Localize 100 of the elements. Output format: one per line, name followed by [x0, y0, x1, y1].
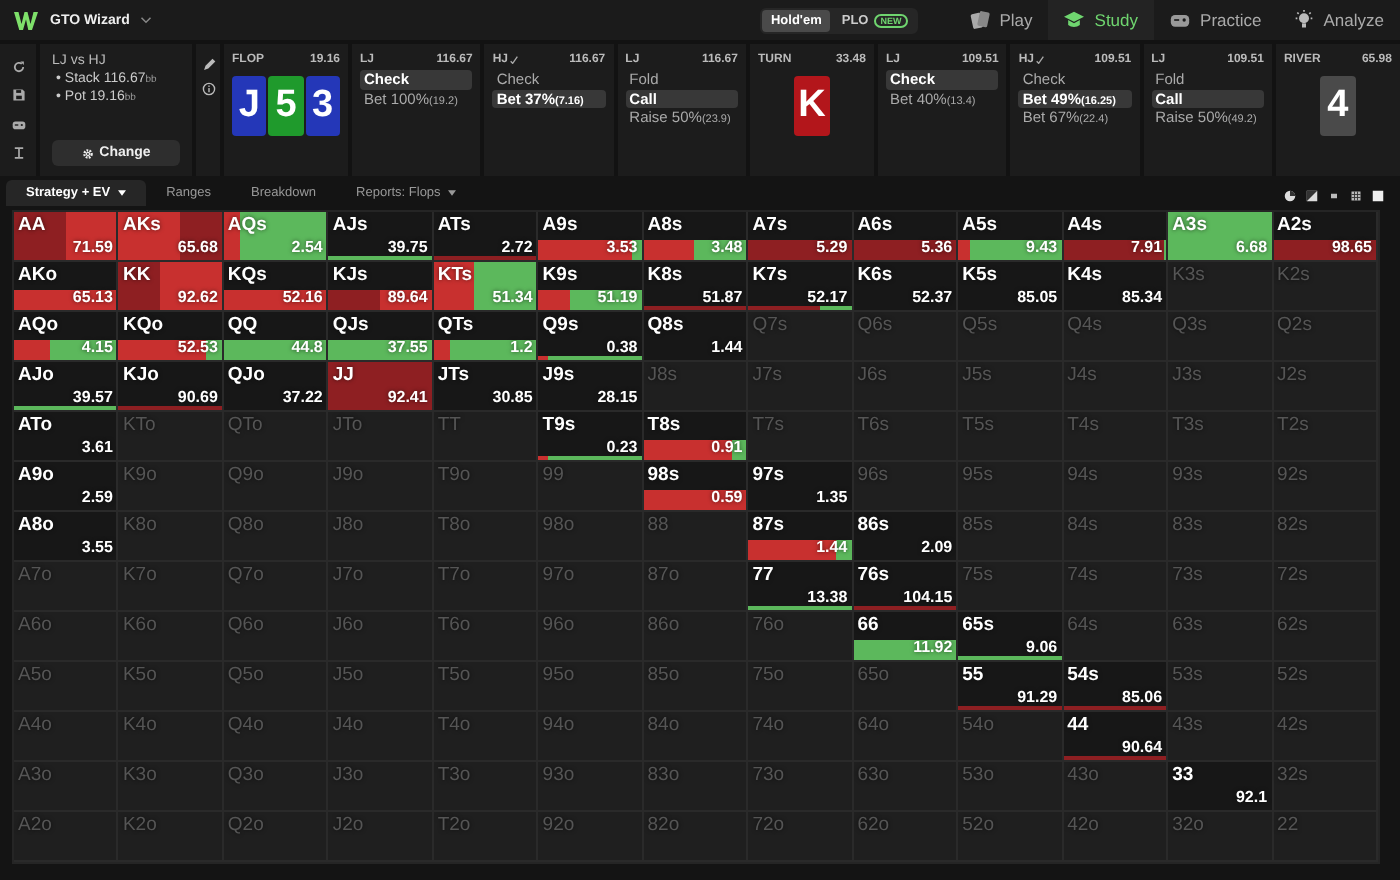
- gamepad-icon: [1170, 10, 1191, 30]
- range-cell[interactable]: QQ 44.8: [223, 312, 329, 362]
- ev-value: 98.65: [1331, 238, 1372, 256]
- ev-value: 0.38: [606, 338, 638, 356]
- range-cell[interactable]: 77 13.38: [748, 562, 854, 612]
- grid-icon[interactable]: [1350, 190, 1362, 202]
- nav-tab[interactable]: Play: [953, 0, 1049, 40]
- range-cell[interactable]: QTs 1.2: [433, 312, 539, 362]
- range-cell[interactable]: AKo 65.13: [14, 262, 119, 312]
- hand-label: QQ: [227, 314, 258, 336]
- range-cell[interactable]: A9o 2.59: [14, 462, 119, 512]
- range-cell[interactable]: 97s 1.35: [748, 462, 854, 512]
- hand-label: KJs: [332, 264, 368, 286]
- range-cell[interactable]: KJs 89.64: [328, 262, 434, 312]
- ev-value: 11.92: [913, 638, 953, 656]
- logo-icon[interactable]: [14, 11, 38, 29]
- range-cell[interactable]: QJs 37.55: [328, 312, 434, 362]
- chevron-icon[interactable]: [139, 16, 152, 24]
- range-cell[interactable]: AJs 39.75: [328, 212, 434, 262]
- ev-value: 91.29: [1017, 688, 1058, 706]
- range-cell[interactable]: 66 11.92: [853, 612, 959, 662]
- range-cell[interactable]: KTs 51.34: [433, 262, 539, 312]
- range-cell[interactable]: AA 71.59: [14, 212, 119, 262]
- hand-label: A8o: [18, 514, 54, 536]
- range-cell[interactable]: T9s 0.23: [538, 412, 644, 462]
- range-cell[interactable]: K8s 51.87: [643, 262, 749, 312]
- hand-label: 44: [1067, 714, 1089, 736]
- range-cell[interactable]: J9s 28.15: [538, 362, 644, 412]
- hand-label: 66: [857, 614, 879, 636]
- range-cell[interactable]: KK 92.62: [118, 262, 224, 312]
- range-cell[interactable]: K9s 51.19: [538, 262, 644, 312]
- pie-icon[interactable]: [1284, 190, 1296, 202]
- nav-tab[interactable]: Study: [1048, 0, 1155, 40]
- hand-label: 65s: [962, 614, 994, 636]
- range-cell[interactable]: A6s 5.36: [853, 212, 959, 262]
- range-cell[interactable]: Q9s 0.38: [538, 312, 644, 362]
- range-cell[interactable]: K6s 52.37: [853, 262, 959, 312]
- range-cell[interactable]: 54s 85.06: [1063, 662, 1169, 712]
- range-cell[interactable]: K5s 85.05: [958, 262, 1064, 312]
- gear-icon: [81, 147, 94, 159]
- hand-label: AKo: [18, 264, 58, 286]
- range-cell[interactable]: QJo 37.22: [223, 362, 329, 412]
- info-icon[interactable]: [201, 82, 215, 96]
- range-cell[interactable]: KQs 52.16: [223, 262, 329, 312]
- ev-value: 52.17: [807, 288, 848, 306]
- range-cell[interactable]: A4s 7.91: [1063, 212, 1169, 262]
- range-cell[interactable]: A7s 5.29: [748, 212, 854, 262]
- refresh-icon[interactable]: [11, 59, 25, 74]
- hand-label: A6s: [857, 214, 893, 236]
- range-cell[interactable]: 33 92.1: [1168, 762, 1274, 812]
- hand-label: Q9s: [542, 314, 579, 336]
- range-cell[interactable]: A8s 3.48: [643, 212, 749, 262]
- range-cell[interactable]: K4s 85.34: [1063, 262, 1169, 312]
- range-cell[interactable]: ATs 2.72: [433, 212, 539, 262]
- range-cell[interactable]: A5s 9.43: [958, 212, 1064, 262]
- hand-label: AQo: [18, 314, 59, 336]
- range-cell[interactable]: AJo 39.57: [14, 362, 119, 412]
- range-cell[interactable]: JTs 30.85: [433, 362, 539, 412]
- pencil-icon[interactable]: [201, 58, 215, 72]
- board-card: 5: [268, 76, 304, 136]
- range-cell[interactable]: 76s 104.15: [853, 562, 959, 612]
- range-cell[interactable]: 86s 2.09: [853, 512, 959, 562]
- hand-label: A7s: [752, 214, 788, 236]
- nav-tab[interactable]: Practice: [1154, 0, 1278, 40]
- hand-label: ATo: [18, 414, 53, 436]
- hand-label: A8s: [647, 214, 683, 236]
- range-cell[interactable]: 44 90.64: [1063, 712, 1169, 762]
- ev-value: 51.19: [597, 288, 638, 306]
- hand-label: ATs: [437, 214, 471, 236]
- range-cell[interactable]: JJ 92.41: [328, 362, 434, 412]
- ev-value: 85.05: [1017, 288, 1058, 306]
- ev-value: 9.06: [1026, 638, 1058, 656]
- hand-label: T8s: [647, 414, 681, 436]
- square-icon[interactable]: [1372, 190, 1384, 202]
- nav-tab[interactable]: Analyze: [1277, 0, 1400, 40]
- range-cell[interactable]: K7s 52.17: [748, 262, 854, 312]
- hand-label: KQo: [122, 314, 164, 336]
- text-cursor-icon[interactable]: [11, 146, 25, 161]
- ev-value: 90.69: [177, 388, 218, 406]
- hand-label: 54s: [1067, 664, 1099, 686]
- save-icon[interactable]: [11, 88, 25, 103]
- ev-value: 39.75: [387, 238, 428, 256]
- range-cell[interactable]: 55 91.29: [958, 662, 1064, 712]
- hand-label: K7s: [752, 264, 788, 286]
- range-cell[interactable]: AQo 4.15: [14, 312, 119, 362]
- range-cell[interactable]: 65s 9.06: [958, 612, 1064, 662]
- range-cell[interactable]: Q8s 1.44: [643, 312, 749, 362]
- gamepad-icon[interactable]: [11, 117, 25, 132]
- range-cell[interactable]: KJo 90.69: [118, 362, 224, 412]
- hand-label: QJo: [227, 364, 265, 386]
- hand-label: 77: [752, 564, 774, 586]
- range-cell[interactable]: A3s 6.68: [1168, 212, 1274, 262]
- range-cell[interactable]: ATo 3.61: [14, 412, 119, 462]
- contrast-icon[interactable]: [1306, 190, 1318, 202]
- hand-label: AJs: [332, 214, 368, 236]
- range-cell[interactable]: 98s 0.59: [643, 462, 749, 512]
- range-cell[interactable]: A8o 3.55: [14, 512, 119, 562]
- ev-value: 71.59: [72, 238, 113, 256]
- range-cell[interactable]: A2s 98.65: [1273, 212, 1378, 262]
- range-cell[interactable]: AKs 65.68: [118, 212, 224, 262]
